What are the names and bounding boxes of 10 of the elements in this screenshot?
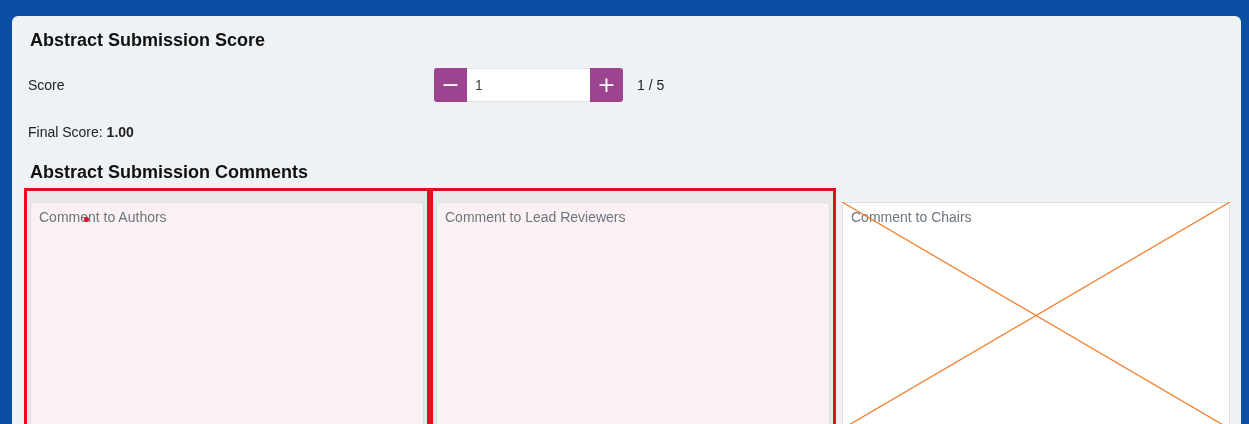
section-title: Abstract Submission Score [30,30,266,51]
final-score: Final Score: 1.00 [28,124,134,140]
comment-field[interactable]: Comment to Authors [30,202,424,424]
score-label: Score [28,77,66,93]
comment-field[interactable]: Comment to Lead Reviewers [436,202,830,424]
score-input[interactable]: 1 [467,68,590,102]
decrement-button[interactable]: − [434,68,467,102]
section-title: Abstract Submission Comments [30,162,309,183]
score-range: 1 / 5 [637,77,665,93]
increment-button[interactable]: + [590,68,623,102]
